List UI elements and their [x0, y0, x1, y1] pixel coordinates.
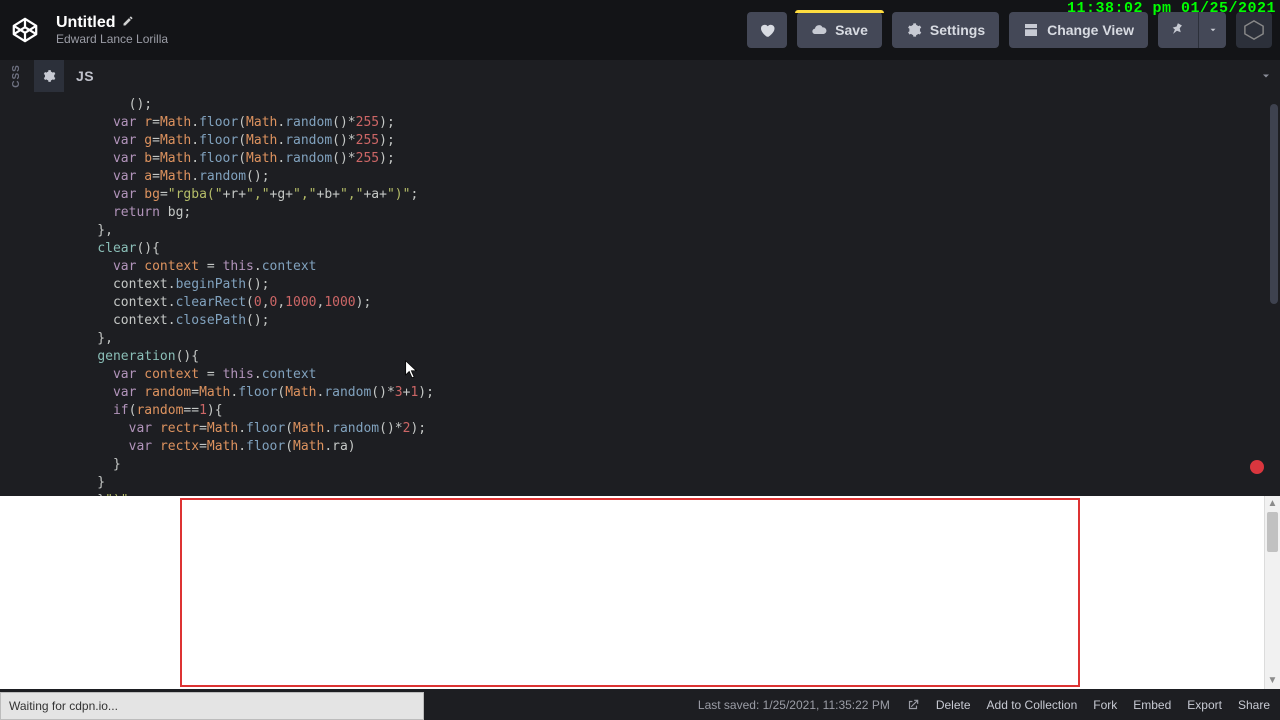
codepen-logo[interactable] [8, 13, 42, 47]
change-view-label: Change View [1047, 22, 1134, 38]
change-view-button[interactable]: Change View [1009, 12, 1148, 48]
pen-title[interactable]: Untitled [56, 13, 168, 32]
js-settings-button[interactable] [34, 60, 64, 92]
settings-label: Settings [930, 22, 985, 38]
add-collection-button[interactable]: Add to Collection [987, 698, 1078, 712]
export-button[interactable]: Export [1187, 698, 1222, 712]
avatar-icon [1242, 18, 1266, 42]
code-content[interactable]: (); var r=Math.floor(Math.random()*255);… [66, 92, 1280, 496]
heart-icon [758, 21, 776, 39]
pin-icon [1171, 23, 1185, 37]
scrollbar-thumb[interactable] [1267, 512, 1278, 552]
css-panel-label: CSS [12, 64, 22, 88]
pin-menu-button[interactable] [1198, 12, 1226, 48]
gear-icon [42, 69, 56, 83]
scroll-down-icon[interactable]: ▼ [1268, 673, 1278, 689]
last-saved-text: Last saved: 1/25/2021, 11:35:22 PM [698, 698, 890, 712]
chevron-down-icon [1208, 25, 1218, 35]
preview-scrollbar[interactable]: ▲ ▼ [1264, 496, 1280, 689]
scroll-up-icon[interactable]: ▲ [1268, 496, 1278, 512]
code-editor[interactable]: (); var r=Math.floor(Math.random()*255);… [0, 92, 1280, 496]
pen-title-text: Untitled [56, 13, 116, 32]
embed-button[interactable]: Embed [1133, 698, 1171, 712]
layout-icon [1023, 22, 1039, 38]
line-gutter [0, 92, 66, 496]
editor-tab-bar: CSS JS [0, 60, 1280, 92]
user-avatar[interactable] [1236, 12, 1272, 48]
recording-timestamp: 11:38:02 pm 01/25/2021 [1067, 0, 1276, 17]
collapsed-panels[interactable]: CSS [0, 60, 34, 92]
browser-status-bar: Waiting for cdpn.io... [0, 692, 424, 720]
unsaved-indicator [795, 10, 884, 13]
tab-js[interactable]: JS [64, 60, 106, 92]
settings-button[interactable]: Settings [892, 12, 999, 48]
pin-group [1158, 12, 1226, 48]
error-indicator[interactable] [1250, 460, 1264, 474]
pen-author[interactable]: Edward Lance Lorilla [56, 32, 168, 46]
cloud-icon [811, 22, 827, 38]
editor-scrollbar[interactable] [1268, 92, 1280, 496]
preview-pane: ▲ ▼ [0, 496, 1280, 689]
like-button[interactable] [747, 12, 787, 48]
fork-button[interactable]: Fork [1093, 698, 1117, 712]
external-link-icon[interactable] [906, 698, 920, 712]
chevron-down-icon [1260, 70, 1272, 82]
pin-button[interactable] [1158, 12, 1198, 48]
save-button[interactable]: Save [797, 12, 882, 48]
title-block: Untitled Edward Lance Lorilla [56, 13, 168, 47]
preview-canvas[interactable] [180, 498, 1080, 687]
panel-menu-button[interactable] [1252, 60, 1280, 92]
delete-button[interactable]: Delete [936, 698, 971, 712]
save-label: Save [835, 22, 868, 38]
gear-icon [906, 22, 922, 38]
edit-title-icon[interactable] [122, 15, 134, 30]
scrollbar-thumb[interactable] [1270, 104, 1278, 304]
share-button[interactable]: Share [1238, 698, 1270, 712]
